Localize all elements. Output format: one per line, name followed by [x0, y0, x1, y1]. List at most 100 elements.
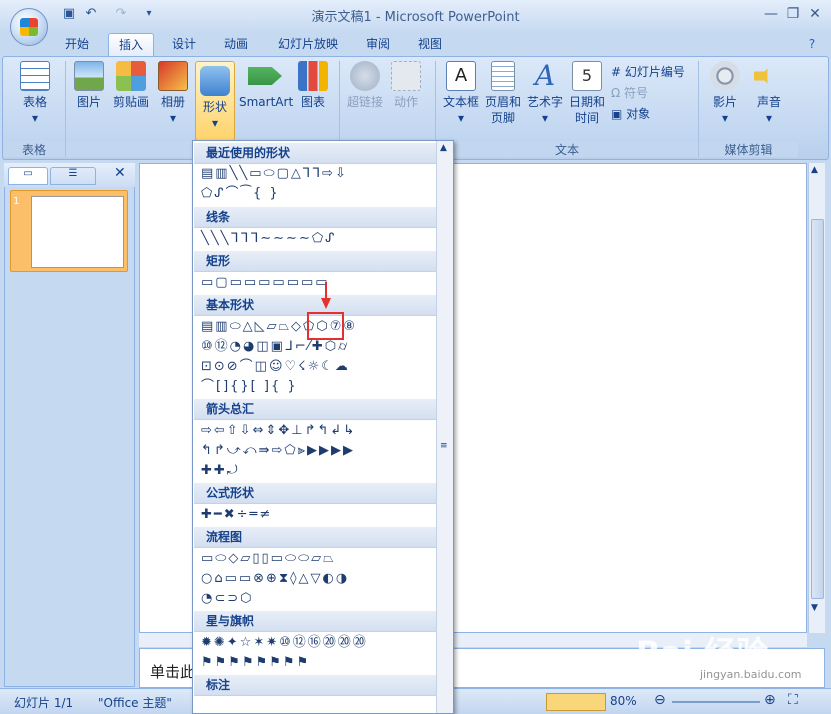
hyperlink-button[interactable]: 超链接	[345, 61, 385, 110]
symbol-button[interactable]: Ω 符号	[611, 84, 648, 102]
restore-button[interactable]: ❐	[782, 4, 804, 24]
help-icon[interactable]: ?	[803, 33, 821, 56]
zoom-slider[interactable]	[672, 701, 760, 703]
picture-icon	[74, 61, 104, 91]
shapes-row-equation[interactable]: ✚━✖÷═≠	[201, 506, 272, 524]
shapes-row-recent-1[interactable]: ▤▥╲╲▭⬭▢△⅂ᒣ⇨⇩	[201, 165, 348, 183]
hyperlink-label: 超链接	[346, 95, 383, 109]
textbox-button[interactable]: A 文本框 ▾	[441, 61, 481, 126]
omega-icon: Ω	[611, 86, 621, 100]
save-icon[interactable]: ▣	[60, 6, 78, 22]
scroll-up-icon[interactable]: ▲	[811, 165, 818, 175]
shapes-row-basic-4[interactable]: ⌒[]{}[ ]{ }	[201, 378, 298, 396]
view-buttons[interactable]	[546, 693, 606, 711]
tab-slideshow[interactable]: 幻灯片放映	[272, 33, 344, 56]
shapes-row-basic-3[interactable]: ⊡⊙⊘⌒◫☺♡☇☼☾☁	[201, 358, 350, 376]
category-callouts: 标注	[194, 675, 437, 696]
customize-qat-icon[interactable]: ▾	[140, 6, 158, 22]
header-footer-icon	[491, 61, 515, 91]
tab-view[interactable]: 视图	[410, 33, 450, 56]
slide-thumbnail-page	[31, 196, 124, 268]
slide-thumbnail[interactable]	[10, 190, 128, 272]
trapezoid-shape-highlight[interactable]	[307, 312, 344, 340]
shapes-row-arrows-1[interactable]: ⇨⇦⇧⇩⇔⇕✥⊥↱↰↲↳	[201, 422, 356, 440]
shapes-button[interactable]: 形状 ▾	[195, 61, 235, 141]
fit-window-icon[interactable]: ⛶	[788, 692, 798, 708]
tab-outline[interactable]: ☰	[50, 167, 96, 185]
zoom-level[interactable]: 80%	[610, 694, 637, 708]
chart-icon	[298, 61, 328, 91]
chart-button[interactable]: 图表	[295, 61, 331, 110]
status-slide-count: 幻灯片 1/1	[14, 696, 74, 710]
clipart-button[interactable]: 剪贴画	[109, 61, 153, 110]
minimize-button[interactable]: —	[760, 4, 782, 24]
tab-animation[interactable]: 动画	[216, 33, 256, 56]
shapes-row-arrows-3[interactable]: ✚✚⤾	[201, 462, 240, 480]
shapes-row-basic-2[interactable]: ⑩⑫◔◕◫▣ᒧ⌐⁄✚⬡⌭	[201, 338, 349, 356]
group-text-label: 文本	[436, 141, 698, 157]
date-time-button[interactable]: 5 日期和 时间	[567, 61, 607, 126]
undo-icon[interactable]: ↶	[82, 6, 100, 22]
header-footer-label-2: 页脚	[490, 111, 515, 125]
shapes-row-rectangles[interactable]: ▭▢▭▭▭▭▭▭▭	[201, 274, 330, 292]
object-button[interactable]: ▣ 对象	[611, 105, 650, 123]
sound-button[interactable]: 声音 ▾	[749, 61, 789, 126]
date-time-label-1: 日期和	[568, 95, 605, 109]
close-button[interactable]: ✕	[804, 4, 826, 24]
object-icon: ▣	[611, 107, 623, 121]
gallery-resize-handle-icon[interactable]: ≡	[440, 441, 448, 451]
gallery-scroll-up-icon[interactable]: ▲	[440, 143, 447, 153]
gallery-scrollbar[interactable]: ▲ ≡	[436, 141, 453, 713]
group-table-label: 表格	[3, 141, 65, 157]
shapes-row-recent-2[interactable]: ⬠ᔑ⌒⁀{ }	[201, 185, 280, 203]
office-logo-icon	[20, 18, 38, 36]
wordart-label: 艺术字	[526, 95, 563, 109]
zoom-in-icon[interactable]: ⊕	[764, 692, 776, 708]
shapes-row-flowchart-1[interactable]: ▭⬭◇▱▯▯▭⬭⬭▱⏢	[201, 550, 336, 568]
category-rectangles: 矩形	[194, 251, 437, 272]
table-button[interactable]: 表格 ▾	[15, 61, 55, 126]
album-button[interactable]: 相册 ▾	[155, 61, 191, 126]
tab-design[interactable]: 设计	[164, 33, 204, 56]
category-lines: 线条	[194, 207, 437, 228]
date-time-label-2: 时间	[574, 111, 599, 125]
category-equation: 公式形状	[194, 483, 437, 504]
notes-placeholder: 单击此	[150, 663, 196, 681]
office-button[interactable]	[10, 8, 48, 46]
shapes-row-lines[interactable]: ╲╲╲ᒣᒣᒣ∼∼∼∼⬠ᔑ	[201, 230, 336, 248]
zoom-out-icon[interactable]: ⊖	[654, 692, 666, 708]
close-panel-icon[interactable]: ✕	[114, 165, 126, 181]
tab-slides[interactable]: ▭	[8, 167, 48, 185]
picture-button[interactable]: 图片	[71, 61, 107, 110]
shapes-row-arrows-2[interactable]: ↰↱⤻⤺⇛⇨⬠⫸▶▶▶▶	[201, 442, 355, 460]
scroll-down-icon[interactable]: ▼	[811, 603, 818, 613]
red-arrow-icon	[321, 282, 331, 309]
shapes-row-stars-2[interactable]: ⚑⚑⚑⚑⚑⚑⚑⚑	[201, 654, 310, 672]
tab-home[interactable]: 开始	[56, 33, 98, 56]
speaker-icon	[754, 61, 775, 91]
category-recent: 最近使用的形状	[194, 143, 437, 164]
status-theme: "Office 主题"	[98, 696, 172, 710]
sound-label: 声音	[756, 95, 781, 109]
scroll-thumb[interactable]	[811, 219, 824, 599]
redo-icon[interactable]: ↷	[112, 6, 130, 22]
shapes-row-flowchart-2[interactable]: ○⌂▭▭⊗⊕⧗◊△▽◐◑	[201, 570, 349, 588]
table-label: 表格	[22, 95, 47, 109]
shapes-row-stars-1[interactable]: ✹✺✦☆✶✷⑩⑫⑯⑳⑳⑳	[201, 634, 368, 652]
tab-review[interactable]: 审阅	[358, 33, 398, 56]
vertical-scrollbar[interactable]: ▲ ▼	[808, 163, 825, 633]
movie-button[interactable]: 影片 ▾	[705, 61, 745, 126]
textbox-icon: A	[446, 61, 476, 91]
wordart-icon: A	[534, 59, 556, 92]
shapes-icon	[200, 66, 230, 96]
shapes-row-flowchart-3[interactable]: ◔⊂⊃⬡	[201, 590, 253, 608]
action-label: 动作	[393, 95, 418, 109]
action-button[interactable]: 动作	[389, 61, 423, 110]
slide-number-button[interactable]: # 幻灯片编号	[611, 63, 685, 81]
slide-number-icon: #	[611, 65, 622, 79]
clipart-icon	[116, 61, 146, 91]
wordart-button[interactable]: A 艺术字 ▾	[525, 61, 565, 126]
header-footer-button[interactable]: 页眉和 页脚	[483, 61, 523, 126]
tab-insert[interactable]: 插入	[108, 33, 154, 56]
smartart-button[interactable]: SmartArt	[239, 61, 293, 110]
